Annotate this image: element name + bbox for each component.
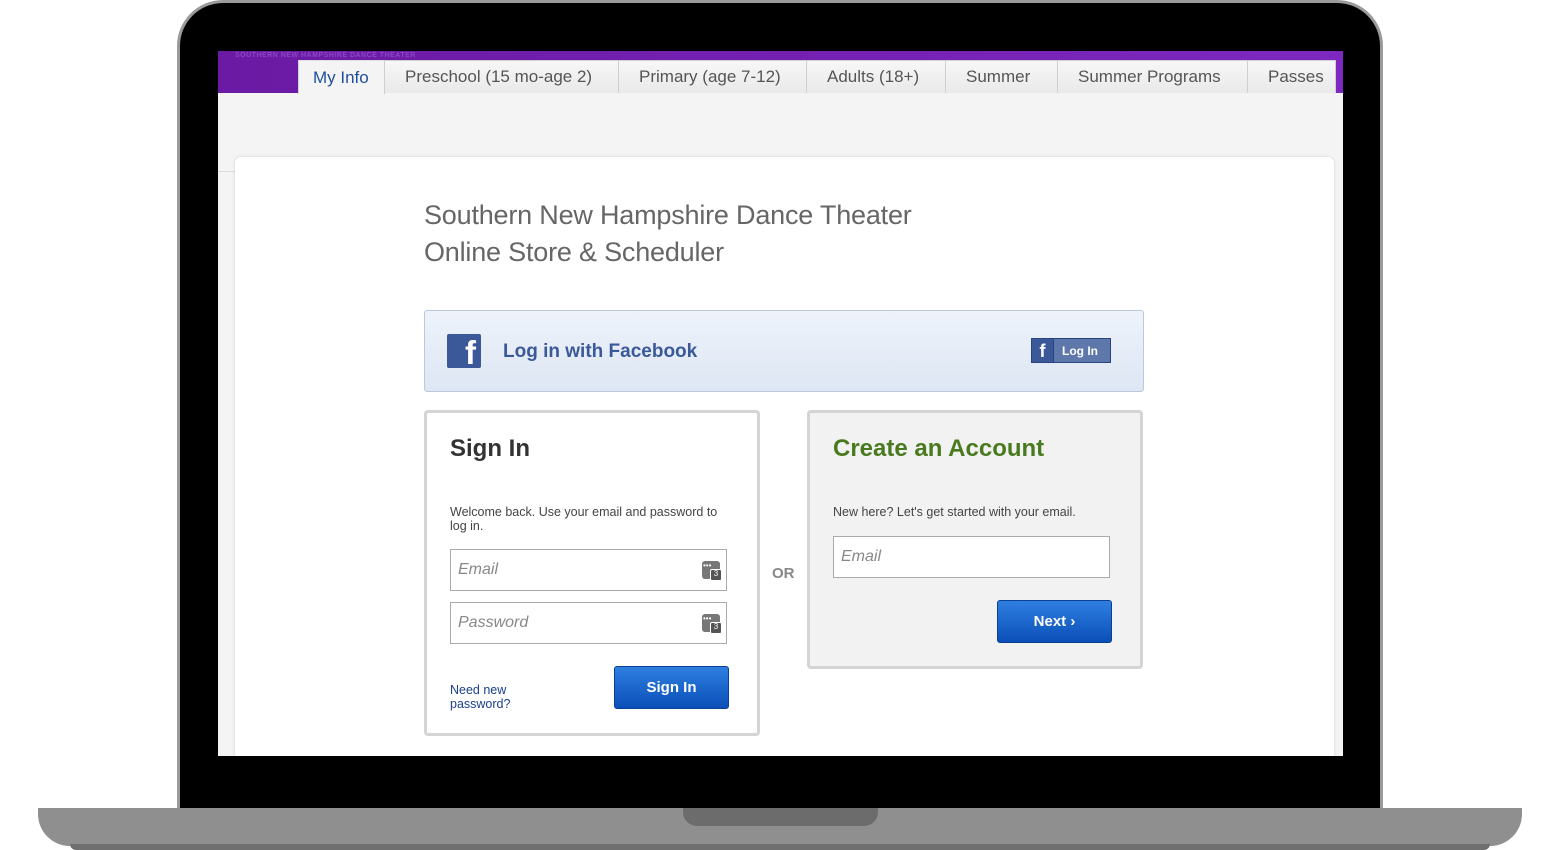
forgot-password-link[interactable]: Need new password? <box>450 683 530 711</box>
facebook-small-icon: f <box>1032 339 1054 362</box>
nav-tabs: My Info Preschool (15 mo-age 2) Primary … <box>298 60 1336 94</box>
tab-summer-programs[interactable]: Summer Programs <box>1058 60 1248 93</box>
create-account-description: New here? Let's get started with your em… <box>833 505 1076 519</box>
site-header: SOUTHERN NEW HAMPSHIRE DANCE THEATER My … <box>218 51 1343 94</box>
facebook-login-bar[interactable]: f Log in with Facebook f Log In <box>424 310 1144 392</box>
create-account-title: Create an Account <box>833 435 1045 462</box>
next-button[interactable]: Next › <box>997 600 1112 643</box>
signin-email-input[interactable] <box>458 555 688 585</box>
login-panel: Southern New Hampshire Dance Theater Onl… <box>235 157 1334 756</box>
facebook-icon: f <box>447 334 481 368</box>
page-title: Southern New Hampshire Dance Theater Onl… <box>424 197 912 271</box>
signin-button[interactable]: Sign In <box>614 666 729 709</box>
tab-summer[interactable]: Summer <box>946 60 1058 93</box>
create-email-input[interactable] <box>841 542 1071 572</box>
password-manager-icon[interactable] <box>702 614 722 634</box>
create-email-field[interactable] <box>833 536 1110 578</box>
signin-email-field[interactable] <box>450 549 727 591</box>
tab-preschool[interactable]: Preschool (15 mo-age 2) <box>385 60 619 93</box>
facebook-login-button[interactable]: f Log In <box>1031 338 1111 363</box>
laptop-base-shadow <box>70 844 1490 850</box>
laptop-notch <box>683 808 878 826</box>
signin-title: Sign In <box>450 435 530 462</box>
browser-screen: SOUTHERN NEW HAMPSHIRE DANCE THEATER My … <box>218 51 1343 756</box>
tab-primary[interactable]: Primary (age 7-12) <box>619 60 807 93</box>
tab-adults[interactable]: Adults (18+) <box>807 60 946 93</box>
signin-description: Welcome back. Use your email and passwor… <box>450 505 718 533</box>
signin-box: Sign In Welcome back. Use your email and… <box>424 410 760 736</box>
password-manager-icon[interactable] <box>702 561 722 581</box>
tab-my-info[interactable]: My Info <box>298 60 385 94</box>
or-separator: OR <box>772 565 795 582</box>
divider <box>218 171 235 172</box>
tab-passes[interactable]: Passes <box>1248 60 1336 93</box>
page-title-line2: Online Store & Scheduler <box>424 237 724 267</box>
page-title-line1: Southern New Hampshire Dance Theater <box>424 200 912 230</box>
facebook-login-text: Log in with Facebook <box>503 341 698 362</box>
create-account-box: Create an Account New here? Let's get st… <box>807 410 1143 669</box>
facebook-login-button-label: Log In <box>1062 343 1098 358</box>
signin-password-input[interactable] <box>458 608 688 638</box>
signin-password-field[interactable] <box>450 602 727 644</box>
site-brand: SOUTHERN NEW HAMPSHIRE DANCE THEATER <box>235 52 416 59</box>
